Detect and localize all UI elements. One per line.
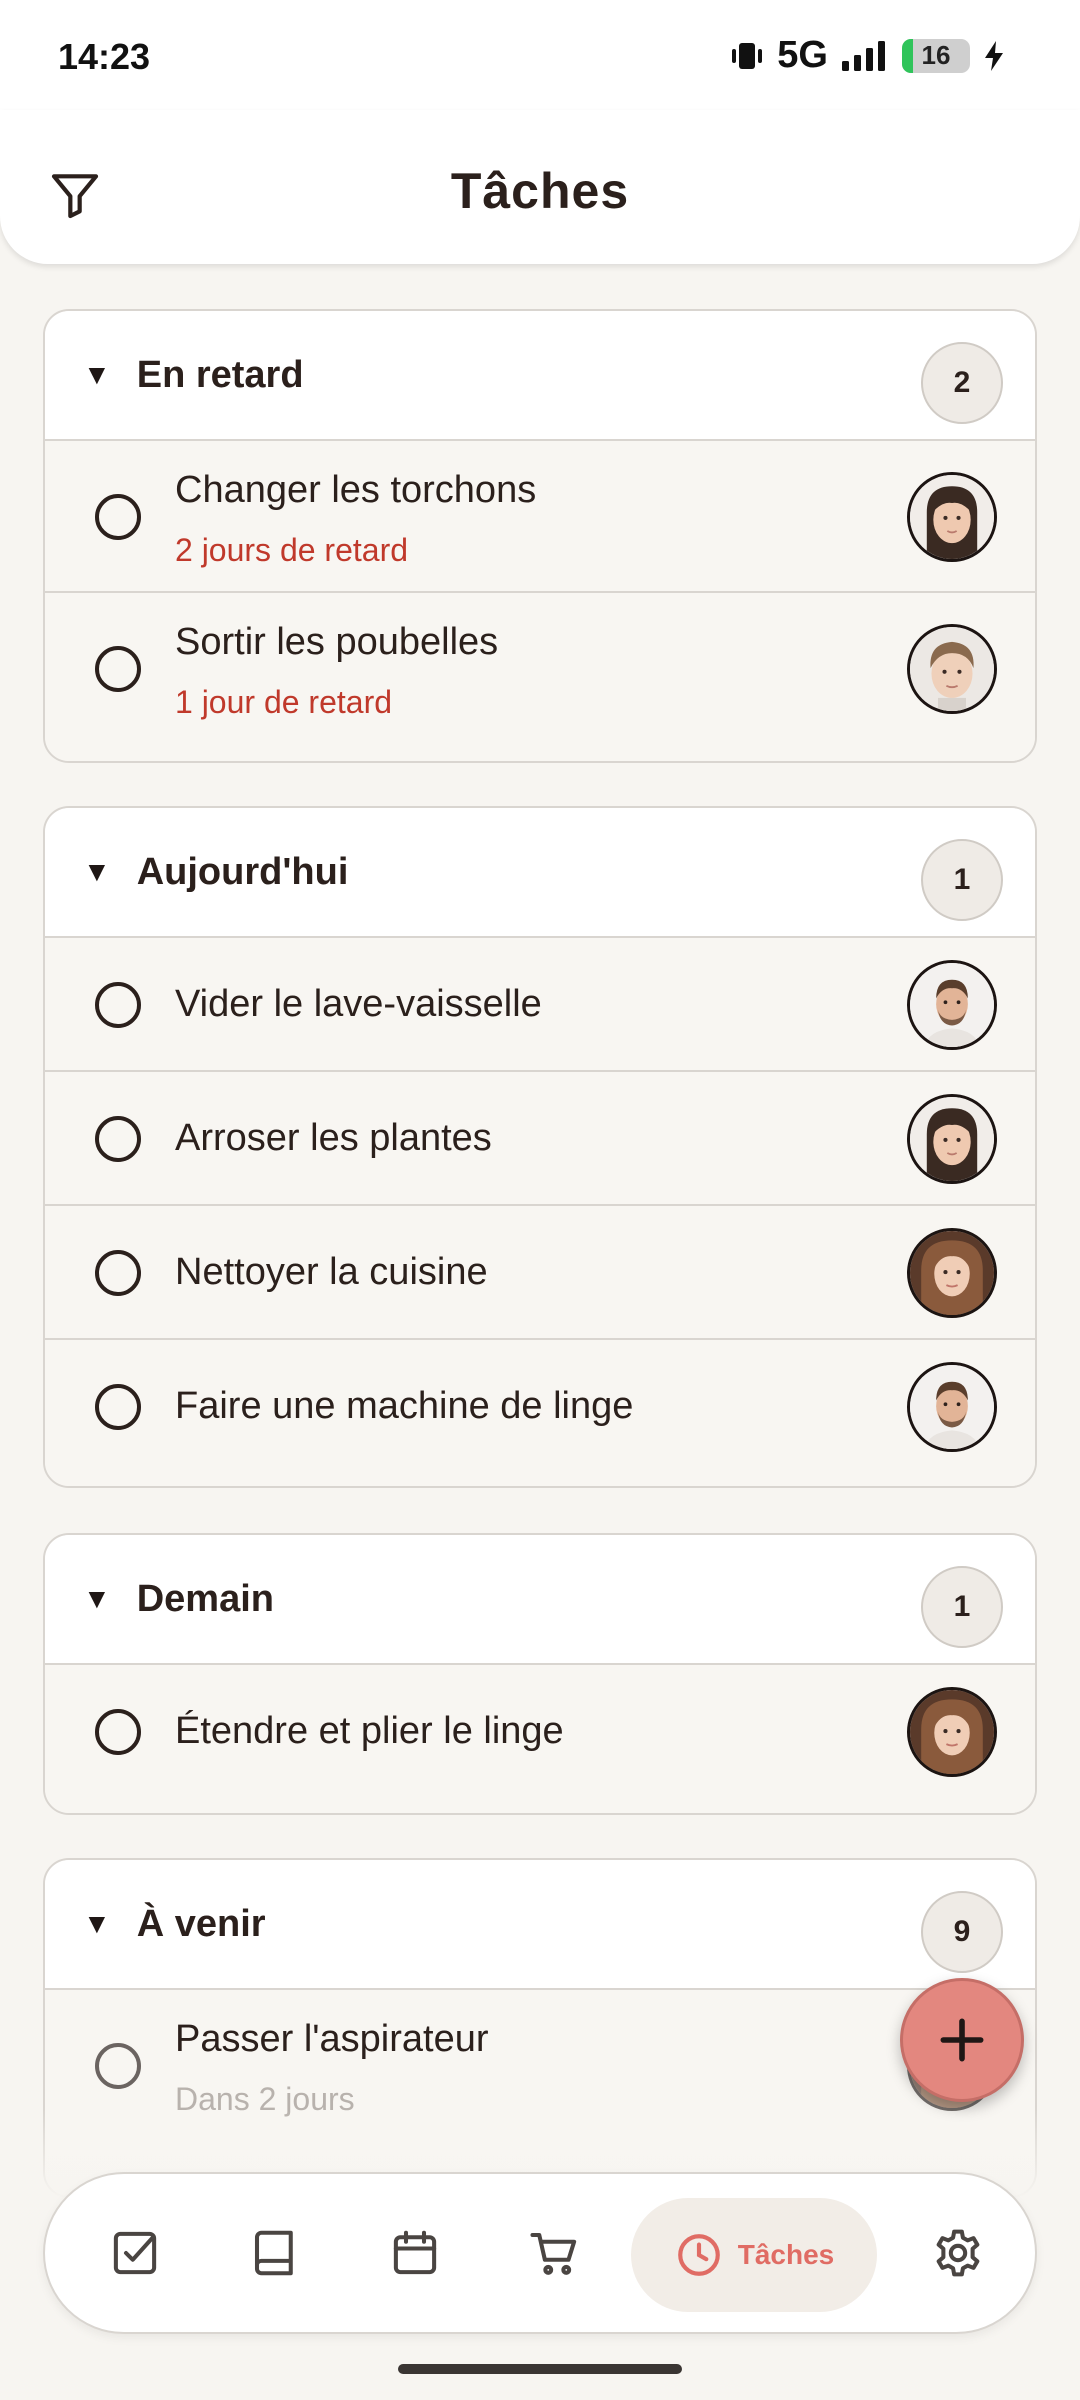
checkbox-icon xyxy=(113,2231,157,2275)
avatar xyxy=(907,1094,997,1184)
page-title: Tâches xyxy=(450,163,630,219)
task-overdue-label: 2 jours de retard xyxy=(175,532,409,568)
avatar xyxy=(907,1362,997,1452)
task-checkbox[interactable] xyxy=(95,982,141,1028)
clock-icon xyxy=(677,2234,720,2276)
section-title: Aujourd'hui xyxy=(136,850,349,893)
section-tomorrow: ▼ Demain 1 Étendre et plier le linge xyxy=(43,1533,1037,1815)
task-title: Sortir les poubelles xyxy=(175,621,499,663)
task-row[interactable]: Vider le lave-vaisselle xyxy=(45,938,1035,1072)
collapse-caret-icon: ▼ xyxy=(83,1583,111,1614)
app-header: Tâches xyxy=(0,110,1080,264)
section-header-upcoming[interactable]: ▼ À venir 9 xyxy=(45,1860,1035,1990)
task-title: Vider le lave-vaisselle xyxy=(175,983,542,1025)
nav-item-calendar[interactable] xyxy=(360,2174,470,2332)
task-title: Passer l'aspirateur xyxy=(175,2018,489,2060)
cart-icon xyxy=(530,2232,577,2275)
home-indicator xyxy=(398,2364,682,2374)
status-time: 14:23 xyxy=(58,36,151,77)
task-checkbox[interactable] xyxy=(95,494,141,540)
section-title: Demain xyxy=(136,1577,274,1620)
task-title: Changer les torchons xyxy=(175,469,537,511)
section-title: À venir xyxy=(136,1902,266,1945)
avatar xyxy=(907,624,997,714)
task-title: Faire une machine de linge xyxy=(175,1385,634,1427)
collapse-caret-icon: ▼ xyxy=(83,856,111,887)
gear-icon xyxy=(936,2229,980,2277)
add-task-button[interactable] xyxy=(900,1978,1024,2102)
avatar xyxy=(907,1687,997,1777)
task-title: Étendre et plier le linge xyxy=(175,1710,564,1752)
task-checkbox[interactable] xyxy=(95,1250,141,1296)
task-row[interactable]: Changer les torchons 2 jours de retard xyxy=(45,441,1035,593)
battery-indicator: 16 xyxy=(902,38,970,73)
count-badge: 1 xyxy=(921,839,1003,921)
task-row[interactable]: Sortir les poubelles 1 jour de retard xyxy=(45,593,1035,761)
task-checkbox[interactable] xyxy=(95,1709,141,1755)
section-header-overdue[interactable]: ▼ En retard 2 xyxy=(45,311,1035,441)
count-badge: 1 xyxy=(921,1566,1003,1648)
task-title: Arroser les plantes xyxy=(175,1117,492,1159)
section-today: ▼ Aujourd'hui 1 Vider le lave-vaisselle … xyxy=(43,806,1037,1488)
nav-item-settings[interactable] xyxy=(903,2174,1013,2332)
battery-level: 16 xyxy=(921,40,951,70)
task-title: Nettoyer la cuisine xyxy=(175,1251,488,1293)
nav-item-tasks-list[interactable] xyxy=(80,2174,190,2332)
status-bar: 14:23 5G 16 xyxy=(0,0,1080,110)
task-row[interactable]: Faire une machine de linge xyxy=(45,1340,1035,1486)
section-header-tomorrow[interactable]: ▼ Demain 1 xyxy=(45,1535,1035,1665)
charging-icon xyxy=(985,40,1003,71)
network-label: 5G xyxy=(777,34,828,76)
book-icon xyxy=(254,2230,293,2276)
task-checkbox[interactable] xyxy=(95,1116,141,1162)
task-overdue-label: 1 jour de retard xyxy=(175,684,393,720)
task-row[interactable]: Étendre et plier le linge xyxy=(45,1665,1035,1813)
task-checkbox[interactable] xyxy=(95,646,141,692)
nav-item-tasks[interactable]: Tâches xyxy=(631,2198,877,2312)
signal-icon xyxy=(842,40,885,71)
section-header-today[interactable]: ▼ Aujourd'hui 1 xyxy=(45,808,1035,938)
plus-icon xyxy=(940,2018,984,2062)
section-title: En retard xyxy=(136,353,304,396)
nav-item-book[interactable] xyxy=(220,2174,330,2332)
avatar xyxy=(907,472,997,562)
count-badge: 9 xyxy=(921,1891,1003,1973)
vibrate-icon xyxy=(732,42,763,69)
count-badge: 2 xyxy=(921,342,1003,424)
collapse-caret-icon: ▼ xyxy=(83,359,111,390)
task-checkbox[interactable] xyxy=(95,1384,141,1430)
nav-item-shopping[interactable] xyxy=(500,2174,610,2332)
status-icons: 5G 16 xyxy=(729,34,1006,77)
task-row[interactable]: Nettoyer la cuisine xyxy=(45,1206,1035,1340)
bottom-nav: Tâches xyxy=(43,2172,1037,2334)
avatar xyxy=(907,960,997,1050)
avatar xyxy=(907,1228,997,1318)
section-overdue: ▼ En retard 2 Changer les torchons 2 jou… xyxy=(43,309,1037,763)
nav-item-label: Tâches xyxy=(737,2239,835,2270)
task-checkbox[interactable] xyxy=(95,2043,141,2089)
collapse-caret-icon: ▼ xyxy=(83,1908,111,1939)
calendar-icon xyxy=(393,2230,437,2275)
task-row[interactable]: Arroser les plantes xyxy=(45,1072,1035,1206)
